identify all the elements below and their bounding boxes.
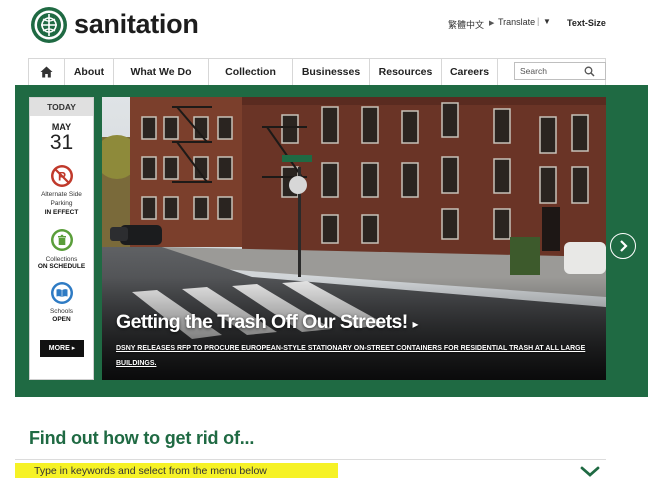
- parking-label: Alternate Side Parking: [41, 191, 82, 207]
- nav-resources[interactable]: Resources: [370, 59, 442, 85]
- chevron-right-icon: [620, 240, 628, 252]
- nav-what-we-do[interactable]: What We Do: [114, 59, 209, 85]
- site-header: sanitation 繁體中文 ▶ Translate | ▼ Text-Siz…: [0, 0, 652, 52]
- today-panel: TODAY MAY 31 P Alternate Side Parking IN…: [29, 97, 94, 380]
- search-input[interactable]: Search: [514, 62, 606, 80]
- home-icon: [40, 66, 53, 78]
- schools-status: OPEN: [52, 316, 71, 323]
- text-size-button[interactable]: Text-Size: [567, 18, 606, 28]
- caret-right-icon: ▶: [489, 20, 495, 27]
- hero-title-arrow-icon: ▸: [412, 317, 418, 331]
- translate-separator: |: [537, 16, 540, 26]
- translate-link[interactable]: Translate: [498, 17, 535, 27]
- hero-image[interactable]: [102, 97, 606, 380]
- trash-can-icon[interactable]: [50, 228, 74, 252]
- today-header: TODAY: [30, 98, 93, 116]
- collections-status: ON SCHEDULE: [37, 263, 86, 270]
- hero-subtitle-link[interactable]: DSNY RELEASES RFP TO PROCURE EUROPEAN-ST…: [116, 341, 598, 371]
- schools-label: Schools: [49, 308, 74, 315]
- chevron-down-icon[interactable]: [580, 466, 600, 478]
- language-link[interactable]: 繁體中文: [448, 18, 484, 31]
- more-button-label: MORE: [48, 345, 70, 352]
- brand-name[interactable]: sanitation: [74, 9, 199, 40]
- hero-title-text: Getting the Trash Off Our Streets!: [116, 311, 408, 333]
- find-search-placeholder[interactable]: Type in keywords and select from the men…: [34, 465, 267, 477]
- hero-title[interactable]: Getting the Trash Off Our Streets! ▸: [116, 311, 419, 334]
- nav-careers[interactable]: Careers: [442, 59, 498, 85]
- find-section-title: Find out how to get rid of...: [29, 428, 255, 448]
- dsny-logo-icon[interactable]: [30, 6, 68, 44]
- nav-collection[interactable]: Collection: [209, 59, 293, 85]
- book-icon[interactable]: [50, 281, 74, 305]
- parking-status: IN EFFECT: [44, 209, 79, 216]
- search-placeholder: Search: [520, 66, 547, 76]
- more-button[interactable]: MORE ▸: [40, 340, 84, 357]
- carousel-next-button[interactable]: [610, 233, 636, 259]
- today-day: 31: [49, 131, 74, 154]
- translate-dropdown-icon[interactable]: ▼: [543, 17, 551, 26]
- nav-businesses[interactable]: Businesses: [293, 59, 370, 85]
- search-icon[interactable]: [584, 66, 595, 77]
- no-parking-icon[interactable]: P: [50, 164, 74, 188]
- nav-home[interactable]: [29, 59, 65, 85]
- nav-about[interactable]: About: [65, 59, 114, 85]
